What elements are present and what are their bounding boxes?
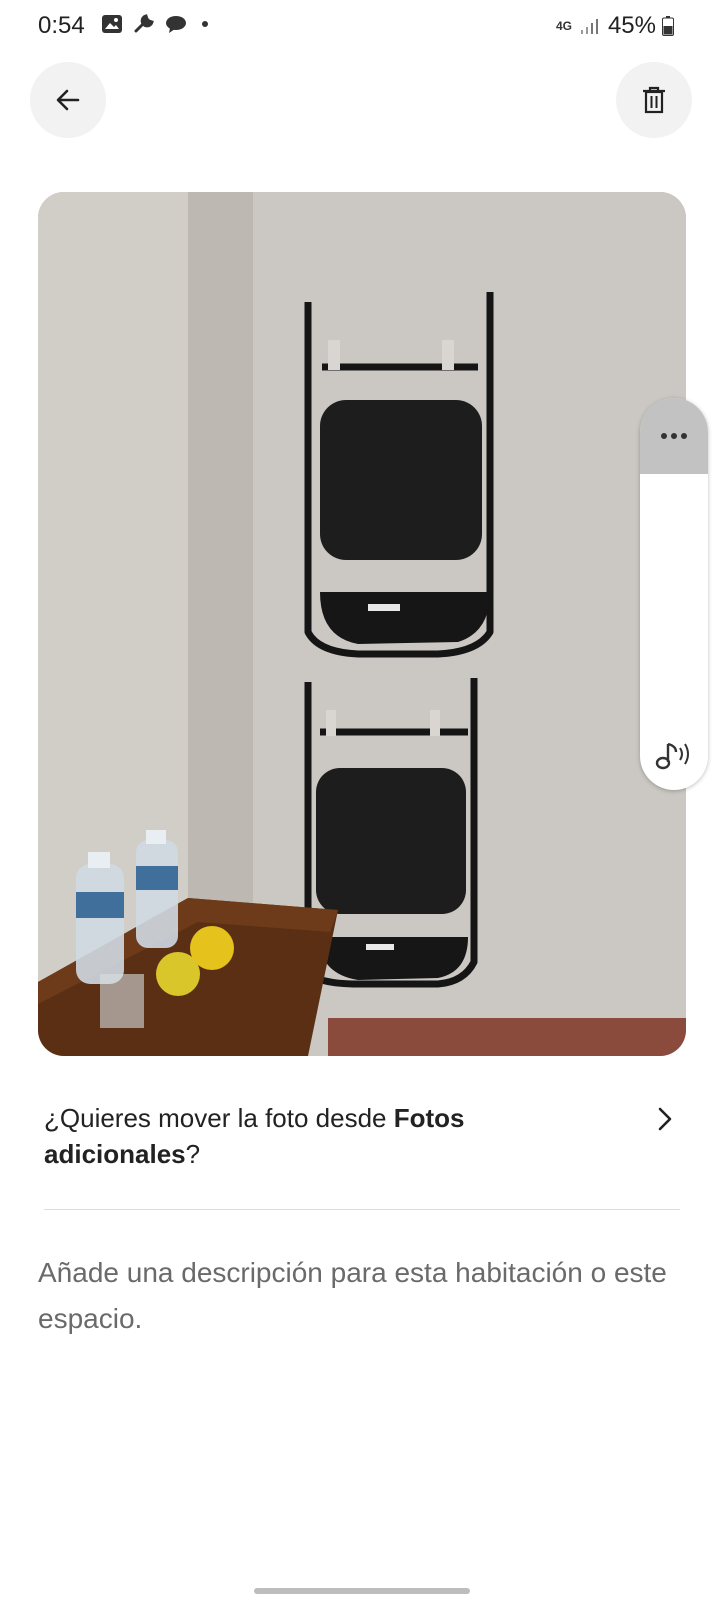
home-indicator[interactable] xyxy=(254,1588,470,1594)
dot-icon xyxy=(202,21,208,27)
gallery-icon xyxy=(100,12,124,36)
room-photo[interactable] xyxy=(38,192,686,1056)
notification-icons xyxy=(100,12,208,36)
move-photo-suffix: ? xyxy=(185,1139,201,1169)
move-photo-prefix: ¿Quieres mover la foto desde xyxy=(44,1103,394,1133)
more-horizontal-icon xyxy=(661,433,687,439)
wrench-icon xyxy=(132,12,156,36)
battery-percent: 45% xyxy=(607,12,656,39)
divider xyxy=(44,1209,680,1210)
photo-detail-screen: 0:54 4G 45% ¿Quieres mover la foto desde… xyxy=(0,0,720,1600)
status-time: 0:54 xyxy=(38,12,85,39)
chat-bubble-icon xyxy=(164,12,188,36)
description-input[interactable]: Añade una descripción para esta habitaci… xyxy=(38,1250,688,1342)
floating-panel-handle[interactable] xyxy=(640,398,708,474)
sound-recognition-icon[interactable] xyxy=(654,738,694,774)
arrow-left-icon xyxy=(56,89,80,111)
battery-icon xyxy=(662,16,674,36)
network-4g-icon: 4G xyxy=(555,19,572,33)
signal-icon xyxy=(578,14,602,38)
floating-assistant-panel xyxy=(640,398,708,790)
trash-icon xyxy=(643,86,665,114)
status-bar: 0:54 4G 45% xyxy=(0,0,720,52)
move-photo-row[interactable]: ¿Quieres mover la foto desde Fotos adici… xyxy=(44,1100,680,1200)
back-button[interactable] xyxy=(30,62,106,138)
delete-photo-button[interactable] xyxy=(616,62,692,138)
move-photo-prompt: ¿Quieres mover la foto desde Fotos adici… xyxy=(44,1100,604,1172)
system-status: 4G 45% xyxy=(556,12,674,40)
chevron-right-icon xyxy=(658,1107,672,1131)
